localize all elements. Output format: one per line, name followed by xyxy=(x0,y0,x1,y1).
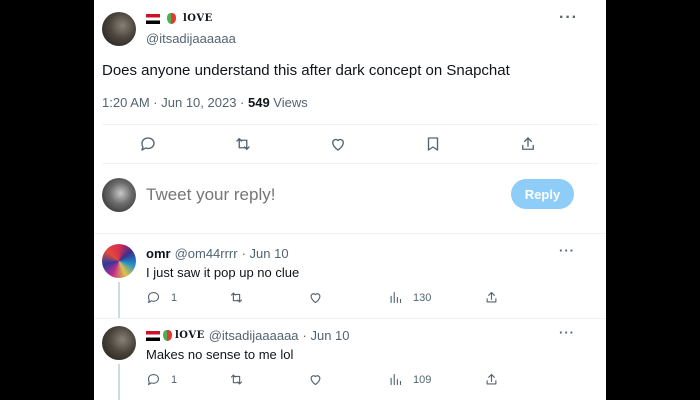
bookmark-icon xyxy=(427,137,439,151)
reply-button[interactable] xyxy=(136,132,160,156)
reply-date[interactable]: · Jun 10 xyxy=(303,328,350,343)
display-name[interactable]: lOVE xyxy=(146,13,213,24)
reply-header: lOVE @itsadijaaaaaa · Jun 10 xyxy=(146,328,350,343)
user-handle[interactable]: @itsadijaaaaaa xyxy=(209,328,299,343)
reply-icon xyxy=(141,137,155,151)
share-button[interactable] xyxy=(484,290,499,305)
views-button[interactable]: 109 xyxy=(388,372,431,387)
tweet-thread-panel: lOVE @itsadijaaaaaa ··· Does anyone unde… xyxy=(94,0,606,400)
share-button[interactable] xyxy=(516,132,540,156)
views-button[interactable]: 130 xyxy=(388,290,431,305)
reply-count: 1 xyxy=(171,373,178,386)
reply-button[interactable]: 1 xyxy=(146,372,177,387)
bookmark-button[interactable] xyxy=(421,132,445,156)
share-icon xyxy=(522,137,534,150)
like-button[interactable] xyxy=(308,372,323,387)
display-name[interactable]: omr xyxy=(146,246,171,261)
views-icon xyxy=(390,291,402,304)
display-name-text: lOVE xyxy=(183,13,213,24)
retweet-icon xyxy=(230,292,243,303)
views-icon xyxy=(390,373,402,386)
more-icon[interactable]: ··· xyxy=(559,9,578,27)
like-button[interactable] xyxy=(326,132,350,156)
views-count: 109 xyxy=(413,373,432,386)
love-emoji-icon xyxy=(167,13,176,24)
divider xyxy=(94,318,606,319)
like-button[interactable] xyxy=(308,290,323,305)
reply-icon xyxy=(147,373,160,386)
avatar[interactable] xyxy=(102,12,136,46)
retweet-button[interactable] xyxy=(229,290,244,305)
reply-input[interactable] xyxy=(146,184,476,206)
avatar[interactable] xyxy=(102,326,136,360)
share-icon xyxy=(486,373,497,385)
like-icon xyxy=(310,375,321,386)
reply-button[interactable]: 1 xyxy=(146,290,177,305)
like-icon xyxy=(332,138,344,151)
more-icon[interactable]: ··· xyxy=(559,243,575,258)
reply-text: I just saw it pop up no clue xyxy=(146,265,300,280)
user-handle[interactable]: @om44rrrr xyxy=(175,246,238,261)
tweet-meta: 1:20 AM · Jun 10, 2023 · 549 Views xyxy=(102,95,308,110)
reply-count: 1 xyxy=(171,291,178,304)
views-count[interactable]: 549 xyxy=(248,95,270,110)
thread-line xyxy=(118,364,120,400)
thread-line xyxy=(118,282,120,318)
share-button[interactable] xyxy=(484,372,499,387)
avatar[interactable] xyxy=(102,244,136,278)
views-label: Views xyxy=(269,95,308,110)
user-handle[interactable]: @itsadijaaaaaa xyxy=(146,31,236,46)
love-emoji-icon xyxy=(163,330,172,341)
like-icon xyxy=(310,293,321,304)
yemen-flag-icon xyxy=(146,330,160,341)
display-name-text: lOVE xyxy=(175,330,205,341)
yemen-flag-icon xyxy=(146,13,160,24)
reply-icon xyxy=(147,291,160,304)
retweet-button[interactable] xyxy=(231,132,255,156)
more-icon[interactable]: ··· xyxy=(559,325,575,340)
display-name[interactable]: lOVE xyxy=(146,330,205,341)
retweet-icon xyxy=(236,138,250,150)
reply-header: omr @om44rrrr · Jun 10 xyxy=(146,246,289,261)
current-user-avatar[interactable] xyxy=(102,178,136,212)
divider xyxy=(102,124,598,125)
retweet-icon xyxy=(230,374,243,385)
tweet-timestamp[interactable]: 1:20 AM · Jun 10, 2023 · xyxy=(102,95,248,110)
reply-submit-button[interactable]: Reply xyxy=(511,179,574,209)
retweet-button[interactable] xyxy=(229,372,244,387)
reply-text: Makes no sense to me lol xyxy=(146,347,294,362)
views-count: 130 xyxy=(413,291,432,304)
divider xyxy=(94,233,606,234)
reply-date[interactable]: · Jun 10 xyxy=(242,246,289,261)
divider xyxy=(102,163,598,164)
share-icon xyxy=(486,291,497,303)
tweet-text: Does anyone understand this after dark c… xyxy=(102,62,510,79)
